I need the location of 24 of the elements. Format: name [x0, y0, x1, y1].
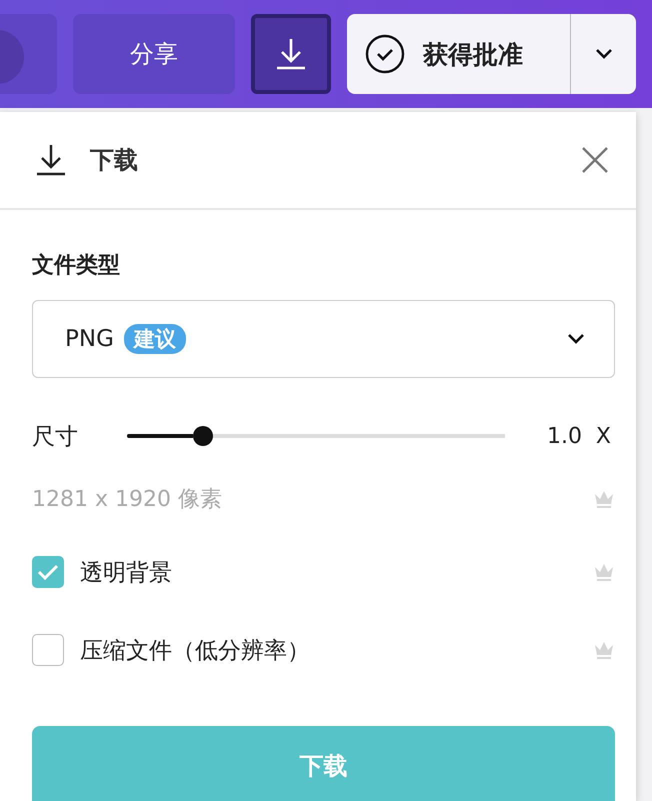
slider-fill: [127, 434, 193, 438]
size-reading: 1.0 X: [546, 424, 612, 448]
field-label: 文件类型: [32, 252, 120, 280]
crown-icon: [593, 640, 615, 660]
download-button[interactable]: [251, 14, 331, 94]
panel-title: 下载: [90, 145, 139, 176]
close-icon[interactable]: [580, 145, 610, 175]
share-button[interactable]: 分享: [73, 14, 235, 94]
crown-icon: [593, 562, 615, 582]
checkbox[interactable]: [32, 556, 64, 588]
chevron-down-icon: [594, 48, 614, 60]
pixel-dimensions: 1281 x 1920 像素: [32, 486, 222, 514]
recommended-badge: 建议: [124, 324, 186, 354]
checkmark-icon: [37, 563, 59, 581]
option-label: 压缩文件（低分辨率）: [80, 636, 310, 666]
crown-icon: [593, 489, 615, 509]
check-circle-icon: [365, 34, 405, 74]
option-label: 透明背景: [80, 558, 172, 588]
size-label: 尺寸: [32, 422, 79, 452]
file-type-dropdown[interactable]: PNG 建议: [32, 300, 615, 378]
checkbox[interactable]: [32, 634, 64, 666]
slider-thumb[interactable]: [192, 426, 213, 446]
chevron-down-icon: [566, 333, 586, 345]
download-icon: [34, 143, 68, 177]
